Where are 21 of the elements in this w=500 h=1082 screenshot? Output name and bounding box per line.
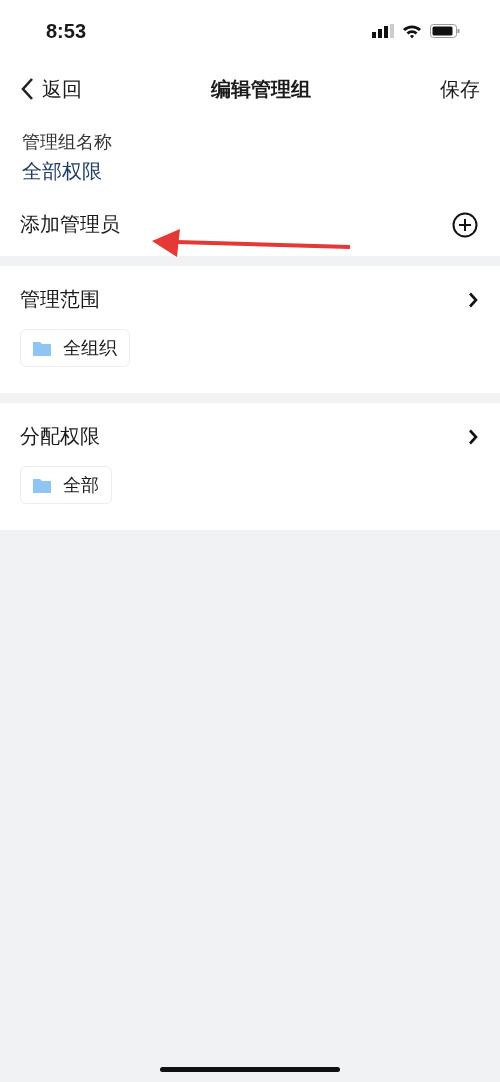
add-icon[interactable] [452,211,478,238]
save-button[interactable]: 保存 [440,75,480,103]
section-title: 分配权限 [20,423,100,450]
back-button[interactable]: 返回 [20,75,82,103]
folder-icon [33,340,51,356]
folder-icon [33,477,51,493]
battery-icon [430,24,460,38]
status-time: 8:53 [46,19,87,43]
back-label: 返回 [42,75,82,103]
chevron-left-icon [20,77,34,101]
group-name-value: 全部权限 [21,158,103,185]
chevron-right-icon[interactable] [468,428,478,445]
section-title: 管理范围 [20,286,100,313]
page-title: 编辑管理组 [211,75,311,103]
group-name-label: 管理组名称 [21,130,113,154]
chip-label: 全组织 [63,336,117,360]
wifi-icon [402,23,422,39]
add-admin-label: 添加管理员 [20,211,120,238]
signal-icon [372,24,394,38]
chip-label: 全部 [63,473,99,497]
chevron-right-icon[interactable] [468,291,478,308]
